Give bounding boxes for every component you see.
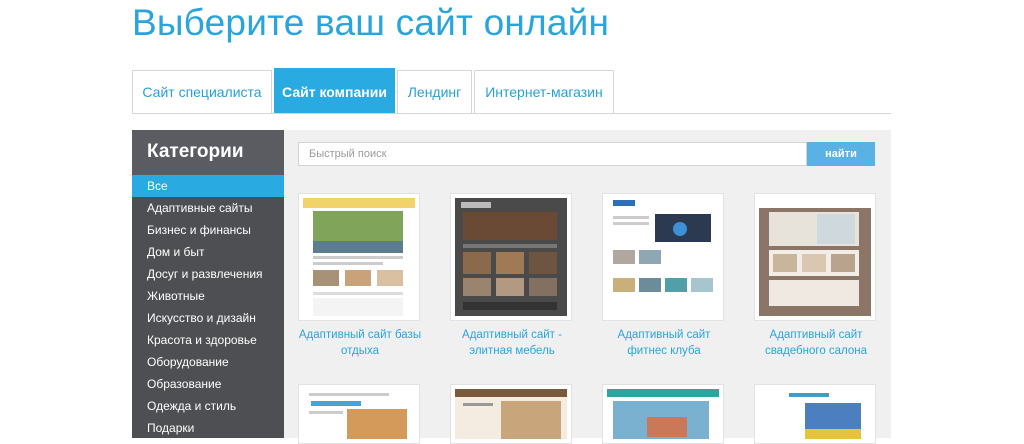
sidebar-item-art[interactable]: Искусство и дизайн — [132, 307, 284, 329]
template-thumbnail — [303, 198, 415, 316]
template-card-wedding[interactable] — [754, 193, 876, 321]
search-input[interactable] — [298, 142, 807, 166]
tabs-divider — [132, 113, 891, 114]
template-card-row2-3[interactable] — [602, 384, 724, 444]
template-title-line1: Адаптивный сайт — [617, 329, 711, 341]
template-title-line1: Адаптивный сайт - — [462, 329, 562, 341]
template-title-line2: элитная мебель — [469, 345, 555, 357]
template-title-line2: свадебного салона — [764, 345, 868, 357]
template-card-furniture[interactable] — [450, 193, 572, 321]
template-thumbnail — [303, 389, 415, 439]
tab-company-site[interactable]: Сайт компании — [274, 68, 395, 114]
template-title[interactable]: Адаптивный сайт фитнес клуба — [588, 327, 740, 359]
sidebar-item-animals[interactable]: Животные — [132, 285, 284, 307]
sidebar-item-education[interactable]: Образование — [132, 373, 284, 395]
template-thumbnail — [455, 198, 567, 316]
template-title[interactable]: Адаптивный сайт - элитная мебель — [436, 327, 588, 359]
template-thumbnail — [455, 389, 567, 439]
sidebar-item-gifts[interactable]: Подарки — [132, 417, 284, 439]
template-title-line1: Адаптивный сайт — [769, 329, 863, 341]
sidebar-item-home[interactable]: Дом и быт — [132, 241, 284, 263]
tab-online-store[interactable]: Интернет-магазин — [474, 70, 614, 113]
sidebar-item-business[interactable]: Бизнес и финансы — [132, 219, 284, 241]
sidebar-item-leisure[interactable]: Досуг и развлечения — [132, 263, 284, 285]
tab-specialist-site[interactable]: Сайт специалиста — [132, 70, 272, 113]
template-title[interactable]: Адаптивный сайт свадебного салона — [740, 327, 892, 359]
search-button[interactable]: найти — [807, 142, 875, 166]
sidebar-heading: Категории — [132, 130, 284, 175]
template-thumbnail — [607, 389, 719, 439]
template-thumbnail — [759, 198, 871, 316]
template-card-row2-2[interactable] — [450, 384, 572, 444]
template-card-resort[interactable] — [298, 193, 420, 321]
sidebar-item-equipment[interactable]: Оборудование — [132, 351, 284, 373]
category-sidebar: Категории Все Адаптивные сайты Бизнес и … — [132, 130, 284, 438]
template-title-line2: отдыха — [340, 345, 380, 357]
template-card-fitness[interactable] — [602, 193, 724, 321]
template-thumbnail — [607, 198, 719, 316]
sidebar-item-adaptive[interactable]: Адаптивные сайты — [132, 197, 284, 219]
page-title: Выберите ваш сайт онлайн — [132, 2, 610, 43]
template-card-row2-1[interactable] — [298, 384, 420, 444]
template-title-line1: Адаптивный сайт базы — [298, 329, 422, 341]
template-title-line2: фитнес клуба — [627, 345, 701, 357]
sidebar-item-clothing[interactable]: Одежда и стиль — [132, 395, 284, 417]
sidebar-item-all[interactable]: Все — [132, 175, 284, 197]
sidebar-item-beauty[interactable]: Красота и здоровье — [132, 329, 284, 351]
template-card-row2-4[interactable] — [754, 384, 876, 444]
tab-landing[interactable]: Лендинг — [397, 70, 472, 113]
template-thumbnail — [759, 389, 871, 439]
template-title[interactable]: Адаптивный сайт базы отдыха — [284, 327, 436, 359]
template-gallery: найти — [284, 130, 892, 444]
